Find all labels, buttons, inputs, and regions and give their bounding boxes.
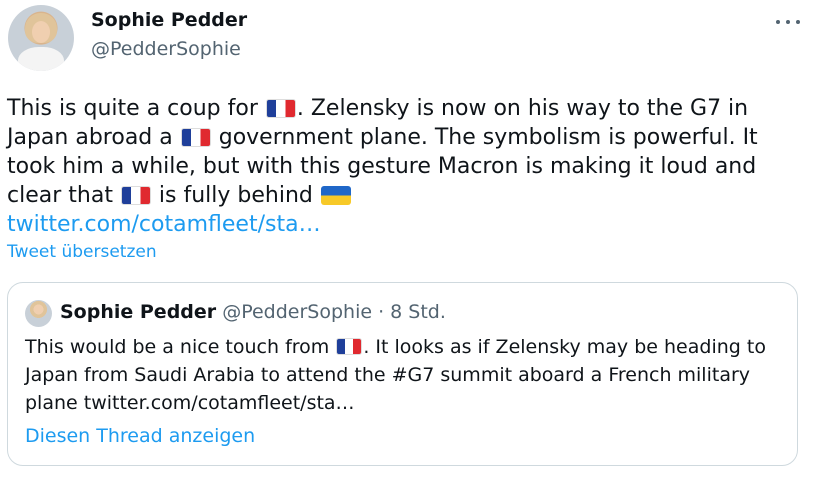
author-avatar[interactable] (8, 5, 74, 71)
flag-france-icon (120, 186, 151, 205)
flag-france-icon (336, 338, 363, 355)
quoted-author-name: Sophie Pedder (60, 301, 217, 323)
flag-france-icon (180, 128, 211, 147)
quoted-text-part: This would be a nice touch from (25, 336, 336, 358)
translate-tweet-link[interactable]: Tweet übersetzen (7, 242, 157, 262)
author-handle[interactable]: @PedderSophie (91, 38, 241, 60)
avatar-body (18, 47, 64, 71)
quoted-tweet-header: Sophie Pedder @PedderSophie · 8 Std. (60, 301, 446, 323)
more-dot (796, 20, 800, 24)
tweet-text-part: is fully behind (151, 183, 320, 208)
tweet-text-part: This is quite a coup for (7, 96, 265, 121)
flag-ukraine-icon (320, 186, 351, 205)
quoted-author-avatar (25, 300, 52, 327)
quoted-tweet-text: This would be a nice touch from . It loo… (25, 333, 785, 417)
quoted-author-meta: @PedderSophie · 8 Std. (222, 301, 446, 323)
tweet-text: This is quite a coup for . Zelensky is n… (7, 94, 807, 239)
tweet-link[interactable]: twitter.com/cotamfleet/sta… (7, 212, 321, 237)
show-thread-link[interactable]: Diesen Thread anzeigen (25, 425, 255, 447)
flag-france-icon (265, 99, 296, 118)
quoted-tweet[interactable]: Sophie Pedder @PedderSophie · 8 Std. Thi… (7, 282, 798, 466)
avatar-face (32, 21, 50, 43)
more-dot (786, 20, 790, 24)
more-icon[interactable] (776, 20, 800, 24)
author-display-name[interactable]: Sophie Pedder (91, 9, 247, 31)
more-dot (776, 20, 780, 24)
